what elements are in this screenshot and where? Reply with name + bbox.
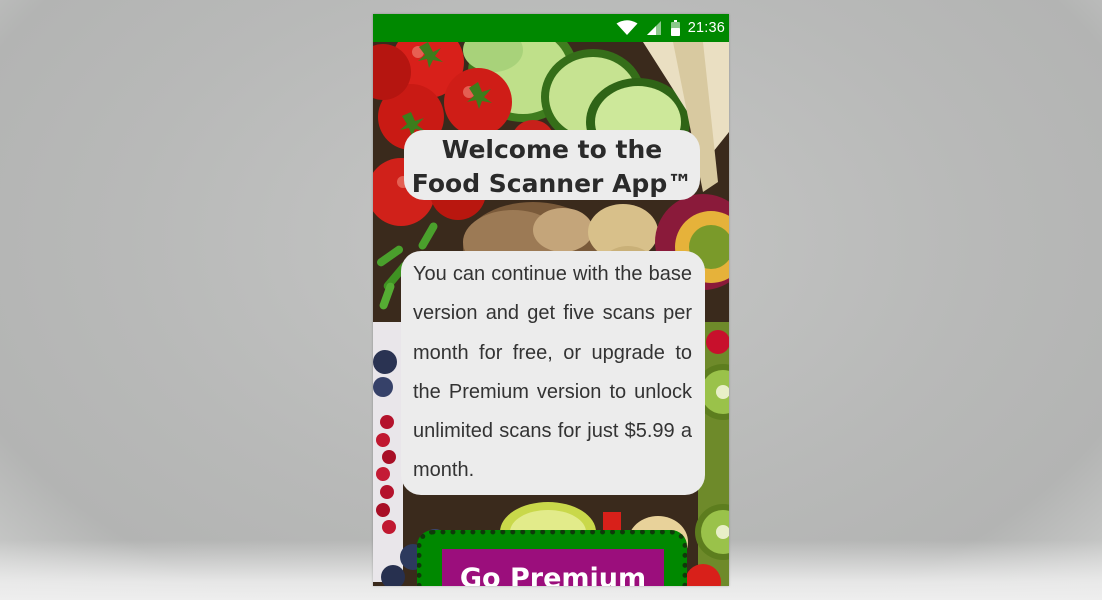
phone-screen: 21:36 Welcome to the Food Scanner App™ Y…: [373, 14, 729, 586]
cellular-signal-icon: [646, 21, 661, 35]
status-icons: 21:36: [616, 14, 725, 42]
battery-icon: [670, 20, 680, 36]
premium-button-frame: Go Premium: [417, 530, 687, 586]
status-bar: 21:36: [373, 14, 729, 42]
go-premium-button[interactable]: Go Premium: [442, 549, 664, 586]
welcome-title-line1: Welcome to the: [441, 135, 663, 164]
welcome-title-line2: Food Scanner App™: [411, 169, 693, 198]
info-text: You can continue with the base version a…: [413, 263, 692, 482]
wifi-icon: [616, 20, 638, 35]
welcome-title-card: Welcome to the Food Scanner App™: [404, 130, 700, 200]
info-text-card: You can continue with the base version a…: [401, 251, 705, 495]
status-clock: 21:36: [687, 20, 725, 36]
